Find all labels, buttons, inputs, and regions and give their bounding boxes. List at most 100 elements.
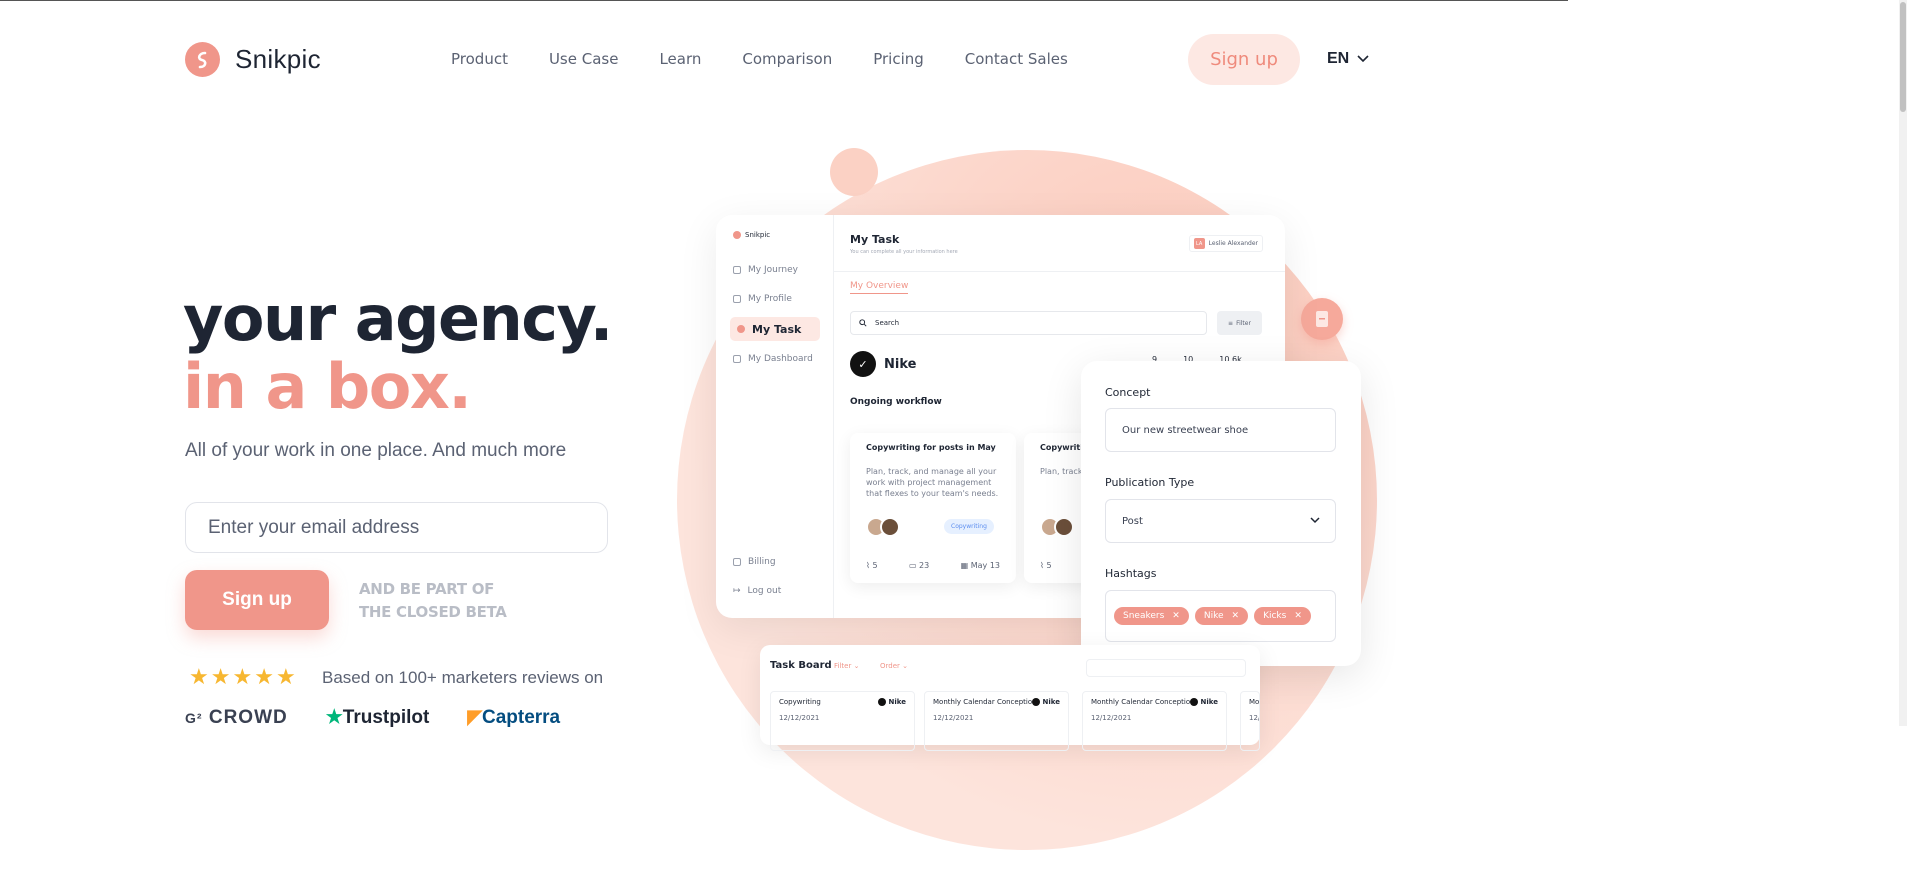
hashtag-label: Kicks [1263,611,1287,621]
card-title: Copywriting for posts in May [866,443,996,452]
column-client: Nike [1031,698,1060,706]
preview-sidebar-journey[interactable]: My Journey [733,265,798,275]
nav-contact-sales[interactable]: Contact Sales [965,50,1068,68]
preview-sidebar-profile[interactable]: My Profile [733,294,792,304]
nav-comparison[interactable]: Comparison [742,50,832,68]
column-name: Mo [1249,698,1260,706]
brand-name: Snikpic [235,44,321,74]
hashtags-field[interactable]: Sneakers ✕ Nike ✕ Kicks ✕ [1105,590,1336,642]
attachment-value: 5 [1046,561,1052,570]
hero-signup-button[interactable]: Sign up [185,570,329,630]
preview-sidebar-label: My Dashboard [748,354,813,364]
star-icon: ★ [254,664,274,689]
preview-sidebar: Snikpic My Journey My Profile My Task My… [716,215,834,618]
column-date: 12/12/2021 [779,714,820,722]
board-search-input[interactable] [1086,659,1246,677]
task-board-title: Task Board [770,660,832,671]
filter-icon: ≡ [1228,319,1234,327]
close-icon[interactable]: ✕ [1232,611,1240,621]
nike-logo-icon [877,698,886,706]
main-nav: Product Use Case Learn Comparison Pricin… [451,50,1068,68]
board-column[interactable]: Monthly Calendar Conception Nike 12/12/202… [924,691,1069,751]
preview-search-input[interactable]: Search [850,311,1207,335]
brand-logo[interactable]: Snikpic [185,42,321,77]
paperclip-icon: ⌇ [866,561,870,570]
profile-icon [733,295,741,303]
nav-learn[interactable]: Learn [659,50,701,68]
calendar-icon: ▦ [960,561,969,570]
card-avatars [866,517,900,537]
snikpic-logo-icon [185,42,220,77]
pubtype-select[interactable]: Post [1105,499,1336,543]
language-selector[interactable]: EN [1327,50,1369,68]
hashtag-label: Nike [1203,611,1224,621]
trustpilot-logo[interactable]: ★Trustpilot [326,706,430,729]
workflow-card[interactable]: Copywriting for posts in May Plan, track… [850,433,1016,583]
column-date: 12/12/2021 [1249,714,1259,722]
preview-sidebar-billing[interactable]: Billing [733,557,776,567]
star-icon: ★ [210,664,231,689]
board-column[interactable]: Copywriting Nike 12/12/2021 [770,691,915,751]
attachment-value: 5 [872,561,878,570]
journey-icon [733,266,741,274]
client-label: Nike [1200,698,1218,706]
reviews-text: Based on 100+ marketers reviews on [322,668,604,687]
header-signup-button[interactable]: Sign up [1188,34,1300,85]
board-filter[interactable]: Filter ⌄ [834,662,859,670]
page-scrollbar[interactable] [1899,0,1907,726]
capterra-logo[interactable]: ◤Capterra [467,706,560,729]
ongoing-workflow-title: Ongoing workflow [850,397,942,407]
client-name: Nike [884,356,917,372]
document-icon [1301,298,1343,340]
hero-title-line2: in a box. [183,350,472,423]
avatar [1054,517,1074,537]
preview-brand-label: Snikpic [745,231,771,239]
board-order-label: Order [880,662,900,670]
column-date: 12/12/2021 [933,714,974,722]
pubtype-value: Post [1122,515,1143,527]
board-order[interactable]: Order ⌄ [880,662,908,670]
board-column[interactable]: Monthly Calendar Conception Nike 12/12/202… [1082,691,1227,751]
preview-title: My Task [850,233,900,246]
concept-panel: Concept Our new streetwear shoe Publicat… [1081,361,1361,666]
tab-my-overview[interactable]: My Overview [850,281,909,294]
concept-value: Our new streetwear shoe [1122,424,1249,436]
nav-pricing[interactable]: Pricing [873,50,924,68]
preview-subtitle: You can complete all your information he… [850,249,958,255]
email-input[interactable] [185,502,608,553]
avatar [880,517,900,537]
hero-subtitle: All of your work in one place. And much … [185,440,567,461]
preview-sidebar-task[interactable]: My Task [730,317,820,341]
hashtag-chip[interactable]: Nike ✕ [1194,607,1249,625]
hero-title-line1: your agency. [183,282,613,355]
capterra-arrow-icon: ◤ [467,707,482,728]
concept-label: Concept [1105,386,1151,399]
decorative-circle-small [830,148,878,196]
nav-use-case[interactable]: Use Case [549,50,619,68]
nike-logo-icon: ✓ [850,351,876,377]
star-icon: ★ [275,664,296,689]
concept-field[interactable]: Our new streetwear shoe [1105,408,1336,452]
hashtag-chip[interactable]: Sneakers ✕ [1114,607,1189,625]
board-column[interactable]: Mo 12/12/2021 [1240,691,1260,751]
hashtag-chip[interactable]: Kicks ✕ [1254,607,1311,625]
board-filter-label: Filter [834,662,852,670]
chevron-down-icon: ⌄ [902,662,909,670]
preview-sidebar-label: Billing [748,557,776,567]
task-board: Task Board Filter ⌄ Order ⌄ Copywriting N… [760,645,1260,751]
nav-product[interactable]: Product [451,50,508,68]
language-label: EN [1327,50,1350,67]
chevron-down-icon [1310,517,1320,524]
preview-filter-button[interactable]: ≡ Filter [1217,311,1262,335]
preview-sidebar-logout[interactable]: ↦ Log out [733,586,781,596]
scrollbar-thumb[interactable] [1900,2,1906,112]
close-icon[interactable]: ✕ [1294,611,1302,621]
brand-trustpilot-label: Trustpilot [342,707,430,728]
window-top-border [0,0,1568,1]
preview-user-chip[interactable]: LA Leslie Alexander [1188,235,1263,252]
close-icon[interactable]: ✕ [1172,611,1180,621]
user-name: Leslie Alexander [1208,240,1258,247]
preview-client[interactable]: ✓ Nike [850,351,916,377]
g2-crowd-logo[interactable]: G² CROWD [185,707,288,729]
preview-sidebar-dashboard[interactable]: My Dashboard [733,354,813,364]
